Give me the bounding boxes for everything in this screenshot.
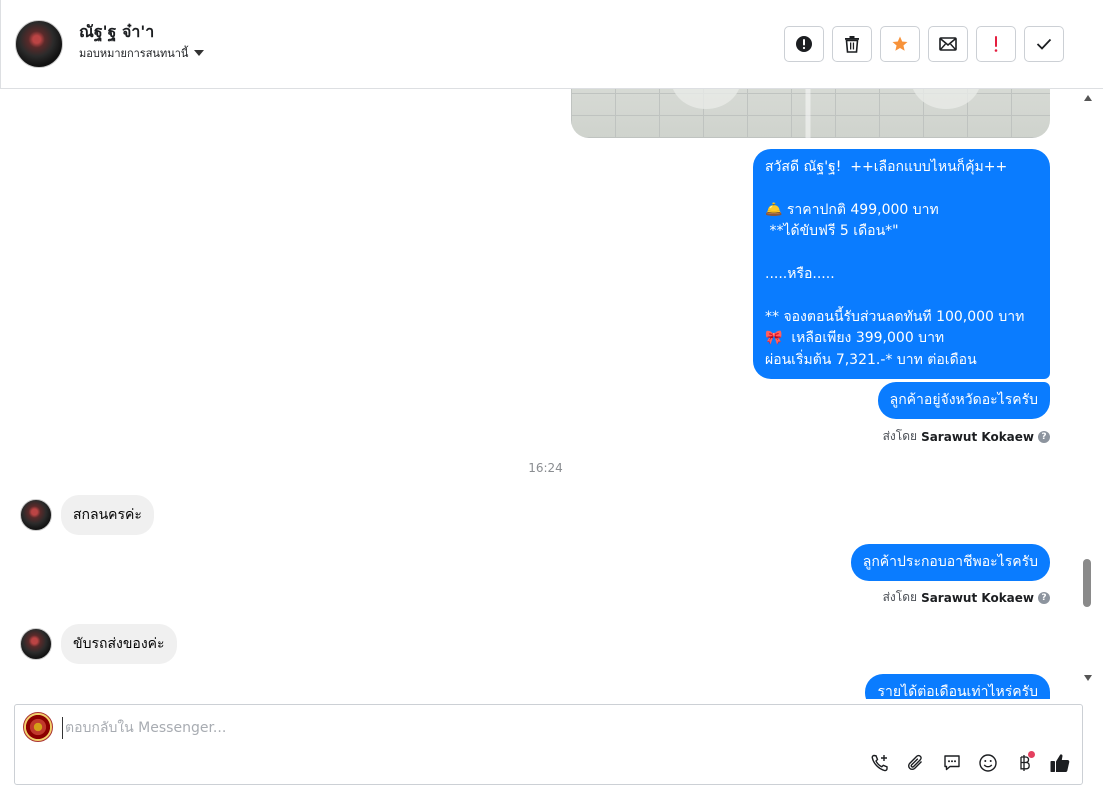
page-avatar (23, 712, 53, 742)
help-icon[interactable]: ? (1038, 591, 1050, 604)
sent-by-name: Sarawut Kokaew (921, 590, 1034, 605)
sent-by-label: ส่งโดย Sarawut Kokaew ? (883, 588, 1050, 607)
reply-composer (14, 704, 1083, 785)
outgoing-message-occupation-question[interactable]: ลูกค้าประกอบอาชีพอะไรครับ (850, 544, 1050, 582)
incoming-message-row: สกลนครค่ะ (20, 495, 154, 535)
message-timestamp: 16:24 (528, 461, 563, 475)
image-detail (671, 89, 741, 109)
mark-unread-button[interactable] (928, 26, 968, 62)
incoming-message-row: ขับรถส่งของค่ะ (20, 624, 177, 664)
assign-conversation-dropdown[interactable]: มอบหมายการสนทนานี้ (79, 44, 205, 62)
scroll-up-arrow-icon[interactable] (1084, 95, 1092, 101)
help-icon[interactable]: ? (1038, 430, 1050, 443)
exclamation-circle-icon (796, 36, 812, 52)
outgoing-message-income-question[interactable]: รายได้ต่อเดือนเท่าไหร่ครับ (865, 674, 1050, 699)
sent-by-prefix: ส่งโดย (882, 429, 918, 443)
conversation-header: ณัฐ'ฐ จ๋า'า มอบหมายการสนทนานี้ (0, 0, 1103, 89)
image-attachment[interactable] (571, 89, 1050, 138)
message-thread[interactable]: สวัสดี ณัฐ'ฐ! ++เลือกแบบไหนก็คุ้ม++ 🛎️ ร… (1, 89, 1080, 699)
sent-by-name: Sarawut Kokaew (921, 429, 1034, 444)
caret-down-icon (194, 50, 205, 56)
sender-avatar[interactable] (20, 499, 52, 531)
trash-icon (845, 36, 859, 53)
star-button[interactable] (880, 26, 920, 62)
outgoing-message-offer[interactable]: สวัสดี ณัฐ'ฐ! ++เลือกแบบไหนก็คุ้ม++ 🛎️ ร… (753, 149, 1050, 380)
composer-tools (868, 751, 1072, 775)
notification-dot (1028, 751, 1035, 758)
scroll-down-arrow-icon[interactable] (1084, 675, 1092, 681)
spam-button[interactable] (784, 26, 824, 62)
sent-by-prefix: ส่งโดย (882, 590, 918, 604)
contact-name[interactable]: ณัฐ'ฐ จ๋า'า (79, 20, 154, 45)
incoming-message[interactable]: สกลนครค่ะ (61, 495, 154, 535)
scrollbar-thumb[interactable] (1083, 559, 1091, 607)
exclamation-icon (994, 36, 998, 52)
star-icon (892, 36, 908, 51)
sender-avatar[interactable] (20, 628, 52, 660)
image-detail (911, 89, 981, 109)
outgoing-message-province-question[interactable]: ลูกค้าอยู่จังหวัดอะไรครับ (877, 382, 1050, 420)
call-add-icon[interactable] (868, 751, 892, 775)
reply-input[interactable] (62, 717, 862, 739)
contact-avatar[interactable] (15, 20, 63, 68)
thumbs-up-icon[interactable] (1048, 751, 1072, 775)
chat-bubble-icon[interactable] (940, 751, 964, 775)
envelope-icon (939, 37, 957, 51)
check-icon (1036, 38, 1052, 50)
sent-by-label: ส่งโดย Sarawut Kokaew ? (883, 427, 1050, 446)
done-button[interactable] (1024, 26, 1064, 62)
incoming-message[interactable]: ขับรถส่งของค่ะ (61, 624, 177, 664)
assign-label: มอบหมายการสนทนานี้ (79, 47, 189, 60)
header-actions (784, 26, 1064, 62)
baht-icon[interactable] (1012, 751, 1036, 775)
follow-up-button[interactable] (976, 26, 1016, 62)
smiley-icon[interactable] (976, 751, 1000, 775)
paperclip-icon[interactable] (904, 751, 928, 775)
thread-scrollbar[interactable] (1082, 89, 1092, 689)
delete-button[interactable] (832, 26, 872, 62)
